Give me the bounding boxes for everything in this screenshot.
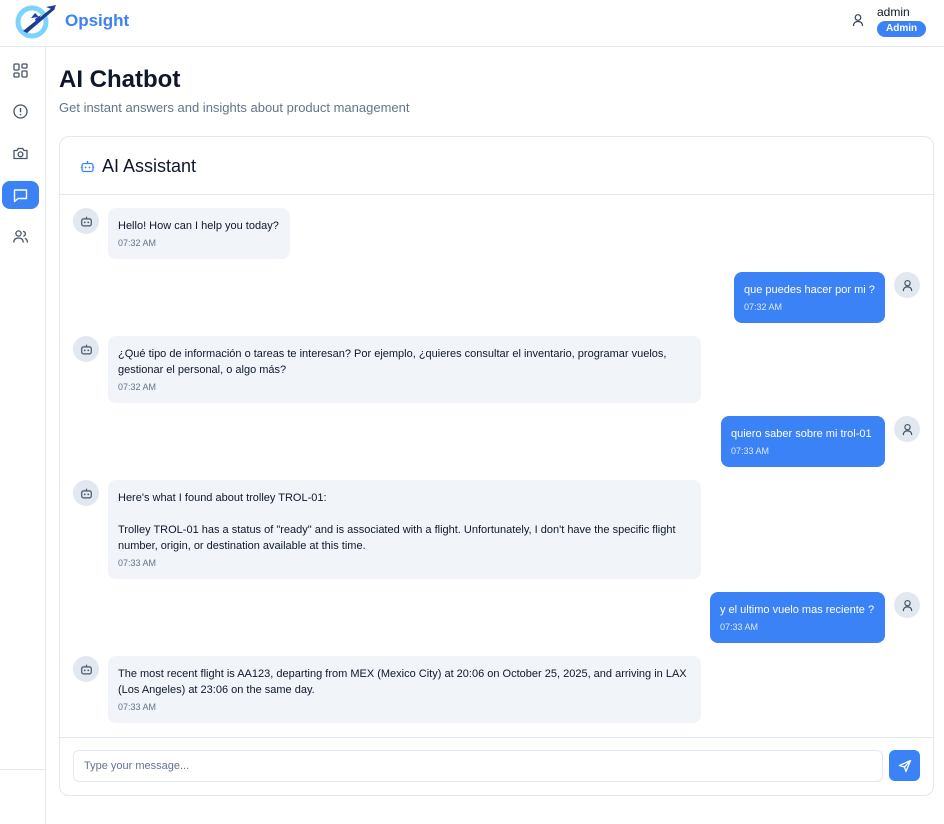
message-text: que puedes hacer por mi ? — [744, 284, 875, 296]
message-time: 07:33 AM — [118, 702, 157, 712]
bot-avatar — [73, 656, 99, 682]
sidebar-item-alerts[interactable] — [2, 97, 39, 125]
bot-icon — [80, 344, 92, 354]
bot-avatar — [73, 208, 99, 234]
chat-card: AI Assistant Hello! How can I help you t… — [59, 136, 934, 796]
user-avatar — [894, 272, 920, 298]
chat-icon — [13, 188, 28, 202]
user-icon — [902, 599, 912, 611]
sidebar — [0, 47, 46, 824]
message-text: Here's what I found about trolley TROL-0… — [118, 492, 676, 552]
user-name: admin — [877, 5, 910, 19]
message-time: 07:33 AM — [720, 622, 759, 632]
user-icon — [902, 279, 912, 291]
message-text: ¿Qué tipo de información o tareas te int… — [118, 348, 670, 376]
message-text: y el ultimo vuelo mas reciente ? — [720, 604, 875, 616]
chat-title: AI Assistant — [102, 156, 197, 176]
user-avatar — [894, 416, 920, 442]
message-time: 07:33 AM — [118, 558, 157, 568]
alert-circle-icon — [13, 103, 28, 119]
user-icon[interactable] — [851, 13, 865, 27]
message-time: 07:32 AM — [118, 238, 157, 248]
bot-avatar — [73, 336, 99, 362]
sidebar-divider — [0, 769, 45, 770]
users-icon — [13, 229, 29, 243]
message-text: The most recent flight is AA123, departi… — [118, 668, 690, 696]
message-text: quiero saber sobre mi trol-01 — [731, 428, 872, 440]
bot-icon — [80, 216, 92, 226]
send-icon — [898, 759, 911, 772]
input-divider — [60, 737, 933, 738]
message-time: 07:33 AM — [731, 446, 770, 456]
bot-message: ¿Qué tipo de información o tareas te int… — [108, 336, 701, 403]
message-time: 07:32 AM — [744, 302, 783, 312]
message-time: 07:32 AM — [118, 382, 157, 392]
user-message: quiero saber sobre mi trol-01 07:33 AM — [721, 416, 885, 467]
bot-avatar — [73, 480, 99, 506]
airplane-logo-icon — [15, 5, 56, 39]
user-avatar — [894, 592, 920, 618]
sidebar-item-chatbot[interactable] — [2, 181, 39, 209]
sidebar-item-camera[interactable] — [2, 139, 39, 167]
sidebar-item-dashboard[interactable] — [2, 56, 39, 84]
chat-card-header: AI Assistant — [60, 137, 933, 195]
logo[interactable] — [13, 3, 57, 39]
app-name[interactable]: Opsight — [65, 11, 129, 31]
bot-icon — [80, 488, 92, 498]
role-badge: Admin — [877, 21, 927, 37]
user-message: y el ultimo vuelo mas reciente ? 07:33 A… — [710, 592, 885, 643]
send-button[interactable] — [889, 750, 920, 781]
top-bar: Opsight admin Admin — [0, 0, 944, 47]
message-text: Hello! How can I help you today? — [118, 220, 279, 232]
camera-icon — [13, 147, 28, 159]
dashboard-icon — [13, 62, 28, 78]
sidebar-item-users[interactable] — [2, 222, 39, 250]
user-icon — [902, 423, 912, 435]
page-subtitle: Get instant answers and insights about p… — [59, 100, 410, 115]
bot-icon — [80, 161, 95, 173]
bot-icon — [80, 664, 92, 674]
user-message: que puedes hacer por mi ? 07:32 AM — [734, 272, 885, 323]
bot-message: Here's what I found about trolley TROL-0… — [108, 480, 701, 579]
bot-message: The most recent flight is AA123, departi… — [108, 656, 701, 723]
page-title: AI Chatbot — [59, 66, 181, 93]
message-input[interactable] — [73, 750, 883, 782]
bot-message: Hello! How can I help you today? 07:32 A… — [108, 208, 290, 259]
